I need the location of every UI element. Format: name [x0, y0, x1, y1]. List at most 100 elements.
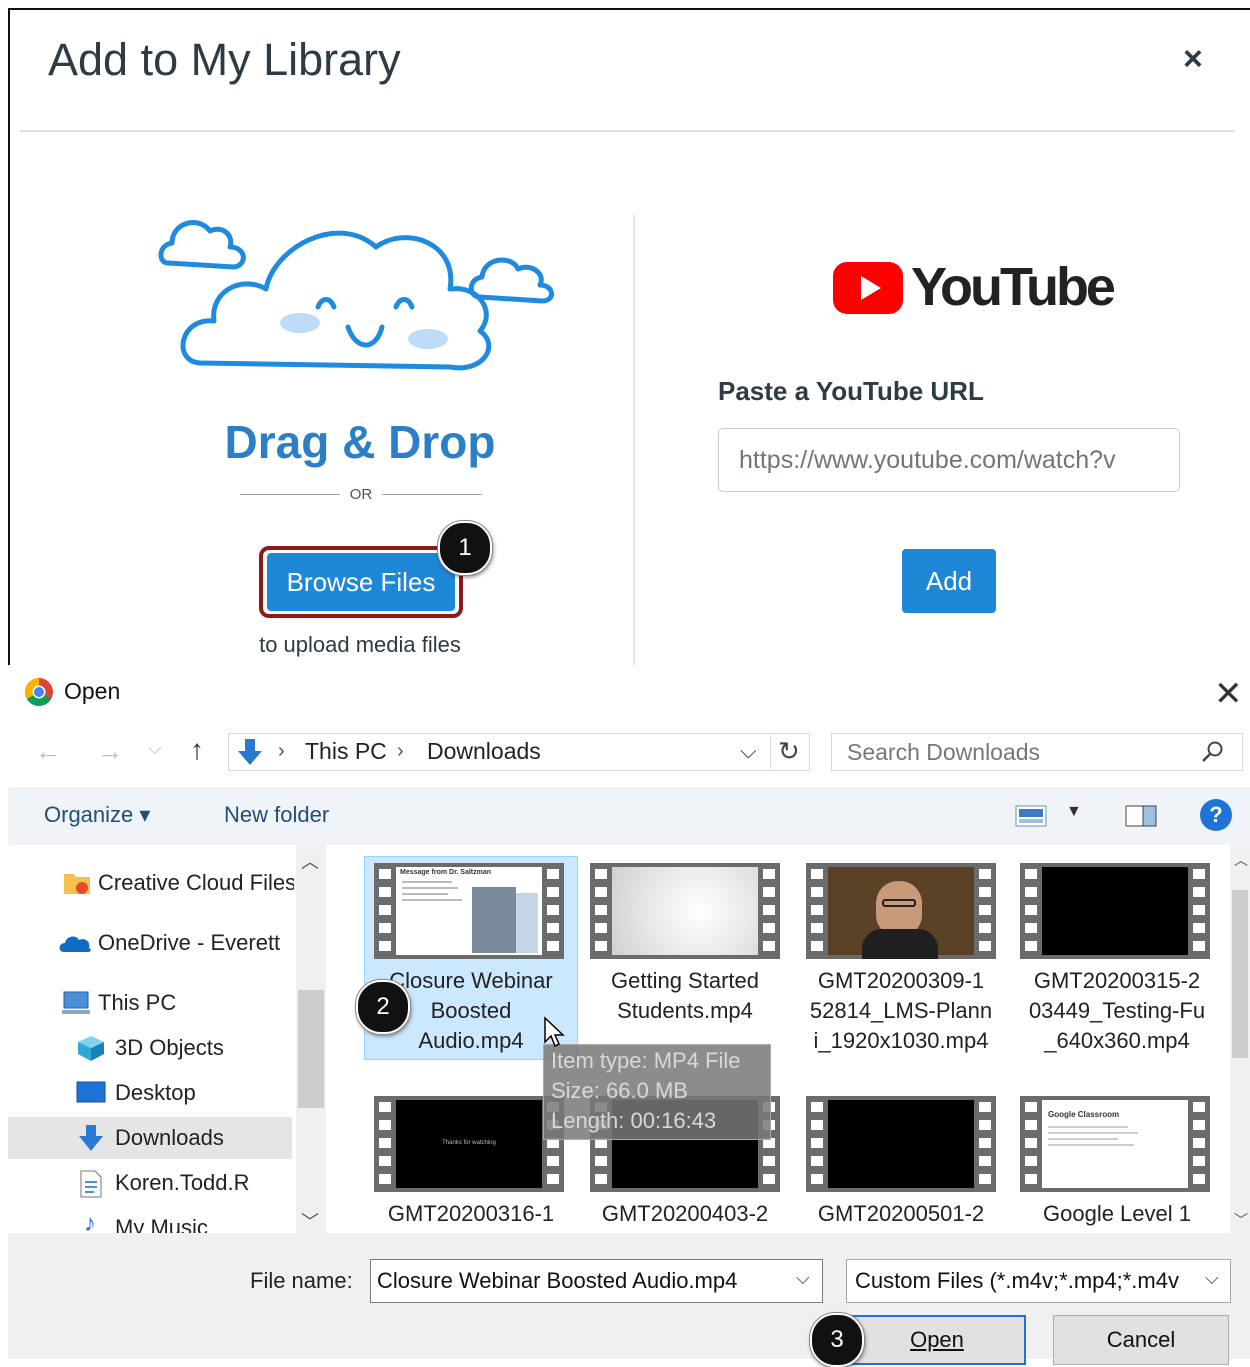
chevron-down-icon[interactable]: ﹀ [1234, 1210, 1248, 1230]
search-placeholder: Search Downloads [847, 739, 1041, 765]
file-name-line: i_1920x1030.mp4 [813, 1028, 989, 1053]
file-thumbnail[interactable] [806, 863, 996, 959]
file-thumbnail[interactable]: Google Classroom [1020, 1096, 1210, 1192]
close-icon[interactable]: × [1183, 40, 1203, 79]
chevron-down-icon[interactable]: ﹀ [301, 1208, 319, 1234]
chevron-up-icon[interactable]: ︿ [301, 848, 319, 874]
organize-menu[interactable]: Organize ▾ [44, 802, 150, 828]
sidebar-item-this-pc[interactable]: This PC [98, 990, 176, 1016]
step-badge-1: 1 [438, 521, 492, 575]
sidebar-item-downloads[interactable]: Downloads [115, 1125, 224, 1151]
file-name-line: GMT20200309-1 [817, 968, 985, 993]
mouse-cursor-icon [544, 1016, 565, 1048]
film-strip-icon [1025, 869, 1037, 951]
film-strip-icon [595, 869, 607, 951]
sidebar-item-my-music[interactable]: My Music [115, 1215, 208, 1235]
file-name[interactable]: Google Level 1 [1012, 1199, 1222, 1229]
file-icon [80, 1170, 102, 1198]
view-options-icon[interactable] [1015, 805, 1047, 827]
file-thumbnail[interactable] [1020, 863, 1210, 959]
film-strip-icon [1193, 1102, 1205, 1184]
file-name[interactable]: Getting Started Students.mp4 [580, 966, 790, 1026]
film-strip-icon [979, 1102, 991, 1184]
or-label: OR [349, 486, 373, 503]
file-thumbnail[interactable]: Message from Dr. Saltzman [374, 863, 564, 959]
file-name[interactable]: GMT20200309-1 52814_LMS-Plann i_1920x103… [796, 966, 1006, 1056]
cloud-illustration-icon [158, 220, 554, 371]
chevron-down-icon[interactable]: ⌵ [148, 738, 162, 759]
sidebar-item-onedrive[interactable]: OneDrive - Everett [98, 930, 294, 956]
file-name-line: Students.mp4 [617, 998, 753, 1023]
file-name[interactable]: GMT20200315-2 03449_Testing-Fu _640x360.… [1012, 966, 1222, 1056]
film-strip-icon [763, 869, 775, 951]
file-type-select[interactable]: Custom Files (*.m4v;*.mp4;*.m4v [846, 1259, 1231, 1303]
tooltip-length: Length: 00:16:43 [551, 1108, 717, 1133]
3d-objects-icon [78, 1036, 104, 1061]
breadcrumb-chevron-icon: › [278, 740, 285, 762]
chevron-up-icon[interactable]: ︿ [1234, 850, 1248, 870]
file-name-line: 52814_LMS-Plann [809, 998, 993, 1023]
sidebar-item-3d-objects[interactable]: 3D Objects [115, 1035, 224, 1061]
tooltip-size: Size: 66.0 MB [551, 1078, 688, 1103]
chevron-down-icon[interactable]: ▼ [1066, 803, 1082, 821]
file-thumbnail[interactable]: Thanks for watching [374, 1096, 564, 1192]
film-strip-icon [979, 869, 991, 951]
file-name[interactable]: GMT20200316-1 [366, 1199, 576, 1229]
breadcrumb-this-pc[interactable]: This PC [305, 738, 387, 765]
slide-title: Google Classroom [1048, 1110, 1120, 1119]
open-button[interactable]: Open [848, 1315, 1026, 1365]
file-thumbnail[interactable] [806, 1096, 996, 1192]
back-arrow-icon[interactable]: ← [35, 736, 61, 767]
modal-title: Add to My Library [48, 34, 401, 85]
dialog-title: Open [64, 678, 121, 704]
download-arrow-icon [238, 739, 262, 765]
add-button[interactable]: Add [902, 549, 996, 613]
chevron-down-icon[interactable]: ⌵ [796, 1268, 810, 1289]
sidebar-item-user-folder[interactable]: Koren.Todd.R [115, 1170, 250, 1196]
new-folder-button[interactable]: New folder [224, 802, 329, 828]
help-icon[interactable]: ? [1200, 799, 1232, 831]
video-frame [828, 867, 974, 959]
film-strip-icon [1193, 869, 1205, 951]
refresh-icon[interactable]: ↻ [778, 736, 800, 767]
file-name-line: GMT20200315-2 [1033, 968, 1201, 993]
film-strip-icon [379, 1102, 391, 1184]
film-strip-icon [547, 869, 559, 951]
chevron-down-icon[interactable]: ⌵ [1205, 1268, 1219, 1289]
onedrive-icon [59, 936, 91, 952]
step-badge-2: 2 [356, 980, 410, 1034]
up-arrow-icon[interactable]: ↑ [190, 734, 204, 766]
youtube-url-label: Paste a YouTube URL [718, 376, 984, 406]
cancel-button[interactable]: Cancel [1053, 1315, 1229, 1365]
chevron-down-icon[interactable]: ⌵ [740, 738, 757, 764]
sidebar-item-desktop[interactable]: Desktop [115, 1080, 196, 1106]
sidebar-scroll-thumb[interactable] [298, 990, 324, 1108]
search-icon[interactable] [1201, 740, 1225, 764]
divider [770, 735, 771, 769]
building-photo [472, 887, 516, 953]
youtube-wordmark: YouTube [911, 257, 1116, 317]
file-name[interactable]: GMT20200501-2 [796, 1199, 1006, 1229]
files-scroll-thumb[interactable] [1232, 890, 1248, 1058]
youtube-play-icon [833, 262, 903, 314]
browse-files-button[interactable]: Browse Files [267, 553, 455, 611]
modal-border [8, 8, 1250, 10]
file-name-line: 03449_Testing-Fu [1028, 998, 1206, 1023]
open-button-label: Open [910, 1327, 964, 1352]
video-frame: Message from Dr. Saltzman [396, 867, 542, 955]
film-strip-icon [811, 1102, 823, 1184]
file-thumbnail[interactable] [590, 863, 780, 959]
file-name-line: Getting Started [611, 968, 759, 993]
file-name-input[interactable]: Closure Webinar Boosted Audio.mp4 [370, 1259, 823, 1303]
close-icon[interactable]: ✕ [1214, 674, 1243, 714]
preview-pane-icon[interactable] [1125, 805, 1157, 827]
youtube-url-input[interactable]: https://www.youtube.com/watch?v [718, 428, 1180, 492]
upload-hint: to upload media files [259, 632, 461, 657]
chrome-icon [25, 678, 53, 706]
forward-arrow-icon[interactable]: → [97, 736, 123, 767]
column-divider [633, 215, 635, 665]
slide-title: Message from Dr. Saltzman [400, 869, 492, 876]
file-name[interactable]: GMT20200403-2 [580, 1199, 790, 1229]
breadcrumb-downloads[interactable]: Downloads [427, 738, 541, 765]
sidebar-item-creative-cloud[interactable]: Creative Cloud Files [98, 870, 294, 896]
